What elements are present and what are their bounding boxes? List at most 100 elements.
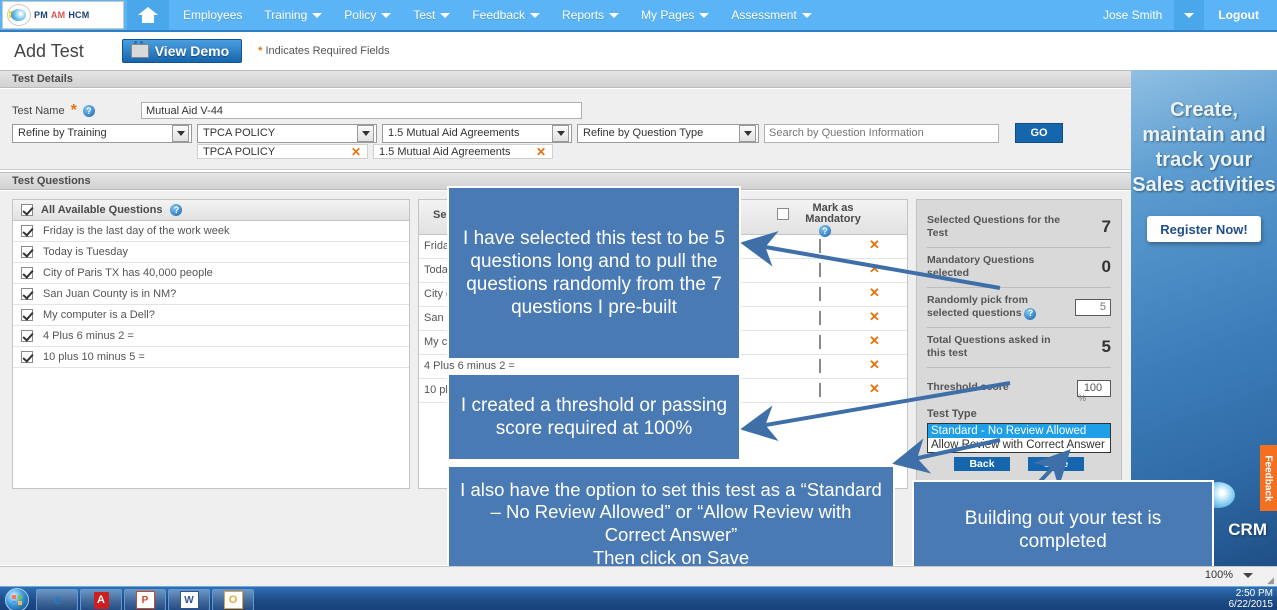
filter-chip-policy[interactable]: TPCA POLICY ✕ [197, 144, 368, 159]
list-item[interactable]: City of Paris TX has 40,000 people [13, 263, 409, 284]
select-all-checkbox[interactable] [21, 204, 33, 216]
refine-by-training-select[interactable]: Refine by Training [12, 123, 192, 143]
home-button[interactable] [127, 0, 169, 30]
logo-text-am: AM [50, 10, 66, 20]
help-icon[interactable]: ? [170, 204, 183, 216]
question-checkbox[interactable] [21, 246, 33, 258]
save-button[interactable]: Save [1028, 456, 1084, 471]
mark-all-mandatory-checkbox[interactable] [777, 208, 789, 220]
test-name-row: Test Name * ? [12, 102, 582, 120]
remove-question-icon[interactable]: ✕ [869, 285, 880, 301]
search-question-input[interactable] [764, 123, 999, 143]
nav-item-label: Feedback [472, 8, 526, 22]
save-label: Save [1043, 457, 1069, 470]
remove-question-icon[interactable]: ✕ [869, 333, 880, 349]
nav-item-my-pages[interactable]: My Pages [630, 0, 720, 30]
nav-item-training[interactable]: Training [253, 0, 333, 30]
summary-value: 5 [1101, 337, 1111, 356]
test-type-listbox[interactable]: Standard - No Review Allowed Allow Revie… [927, 422, 1111, 453]
logo-text-hcm: HCM [68, 10, 90, 20]
random-pick-input[interactable] [1075, 298, 1111, 316]
remove-question-icon[interactable]: ✕ [869, 381, 880, 397]
user-menu-button[interactable] [1174, 0, 1205, 30]
taskbar-outlook[interactable]: O [212, 589, 254, 610]
help-icon[interactable]: ? [1024, 307, 1037, 320]
available-questions-list: All Available Questions ? Friday is the … [12, 199, 410, 489]
remove-question-icon[interactable]: ✕ [869, 357, 880, 373]
home-icon [138, 7, 158, 23]
nav-item-test[interactable]: Test [402, 0, 461, 30]
nav-item-assessment[interactable]: Assessment [720, 0, 822, 30]
remove-question-icon[interactable]: ✕ [869, 261, 880, 277]
nav-item-reports[interactable]: Reports [551, 0, 630, 30]
test-type-option-standard[interactable]: Standard - No Review Allowed [928, 423, 1110, 438]
system-tray-clock[interactable]: 2:50 PM 6/22/2015 [1229, 588, 1274, 610]
taskbar-powerpoint[interactable]: P [124, 589, 166, 610]
close-icon[interactable]: ✕ [351, 146, 361, 158]
available-questions-header[interactable]: All Available Questions ? [13, 200, 409, 221]
resize-grip-icon[interactable]: ◢ [1267, 575, 1274, 586]
question-checkbox[interactable] [21, 225, 33, 237]
list-item[interactable]: 4 Plus 6 minus 2 = [13, 326, 409, 347]
required-asterisk: * [258, 45, 263, 57]
help-icon[interactable]: ? [82, 105, 95, 117]
list-item[interactable]: Today is Tuesday [13, 242, 409, 263]
question-checkbox[interactable] [21, 351, 33, 363]
app-logo[interactable]: PM AM HCM [2, 1, 124, 29]
nav-item-policy[interactable]: Policy [333, 0, 402, 30]
section-title: Test Questions [12, 175, 91, 187]
nav-item-label: My Pages [641, 8, 695, 22]
chevron-down-icon [381, 12, 392, 18]
callout-text: I also have the option to set this test … [460, 478, 882, 568]
word-icon: W [179, 591, 199, 609]
question-checkbox[interactable] [21, 288, 33, 300]
remove-question-icon[interactable]: ✕ [869, 237, 880, 253]
summary-label: Threshold score [927, 380, 1009, 393]
agreement-select[interactable]: 1.5 Mutual Aid Agreements [382, 123, 572, 143]
nav-item-feedback[interactable]: Feedback [461, 0, 551, 30]
callout-completed: Building out your test is completed [912, 480, 1214, 580]
select-value: Refine by Training [18, 127, 107, 139]
question-checkbox[interactable] [21, 309, 33, 321]
nav-item-employees[interactable]: Employees [172, 0, 253, 30]
close-icon[interactable]: ✕ [536, 146, 546, 158]
taskbar-internet-explorer[interactable]: e [36, 589, 78, 610]
mandatory-checkbox[interactable] [819, 287, 821, 301]
mandatory-checkbox[interactable] [819, 335, 821, 349]
register-now-button[interactable]: Register Now! [1147, 216, 1261, 242]
test-name-input[interactable] [141, 102, 582, 119]
mandatory-checkbox[interactable] [819, 239, 821, 253]
list-item[interactable]: San Juan County is in NM? [13, 284, 409, 305]
start-button[interactable] [5, 588, 29, 610]
available-questions-title: All Available Questions [41, 204, 163, 216]
remove-question-icon[interactable]: ✕ [869, 309, 880, 325]
user-area: Jose Smith Logout [1091, 0, 1277, 30]
view-demo-label: View Demo [154, 43, 230, 59]
list-item[interactable]: 10 plus 10 minus 5 = [13, 347, 409, 368]
zoom-control[interactable]: 100% [1205, 569, 1253, 581]
view-demo-button[interactable]: View Demo [121, 39, 243, 63]
chevron-down-icon[interactable] [1243, 572, 1253, 578]
list-item[interactable]: My computer is a Dell? [13, 305, 409, 326]
mandatory-checkbox[interactable] [819, 311, 821, 325]
policy-select[interactable]: TPCA POLICY [197, 123, 377, 143]
question-label: 4 Plus 6 minus 2 = [43, 330, 134, 342]
taskbar-adobe-reader[interactable]: A [80, 589, 122, 610]
refine-by-question-type-select[interactable]: Refine by Question Type [577, 123, 759, 143]
question-checkbox[interactable] [21, 330, 33, 342]
back-button[interactable]: Back [954, 456, 1010, 471]
summary-row-mandatory-questions: Mandatory Questions selected 0 [927, 248, 1111, 288]
list-item[interactable]: Friday is the last day of the work week [13, 221, 409, 242]
filter-chip-agreement[interactable]: 1.5 Mutual Aid Agreements ✕ [373, 144, 553, 159]
question-checkbox[interactable] [21, 267, 33, 279]
chevron-down-icon [552, 124, 569, 142]
mandatory-checkbox[interactable] [819, 383, 821, 397]
mandatory-checkbox[interactable] [819, 359, 821, 373]
test-type-option-allow-review[interactable]: Allow Review with Correct Answer [928, 438, 1110, 452]
mandatory-checkbox[interactable] [819, 263, 821, 277]
taskbar-word[interactable]: W [168, 589, 210, 610]
logout-link[interactable]: Logout [1204, 8, 1277, 22]
test-name-label: Test Name [12, 105, 65, 117]
feedback-tab[interactable]: Feedback [1260, 445, 1277, 511]
go-button[interactable]: GO [1015, 123, 1063, 143]
